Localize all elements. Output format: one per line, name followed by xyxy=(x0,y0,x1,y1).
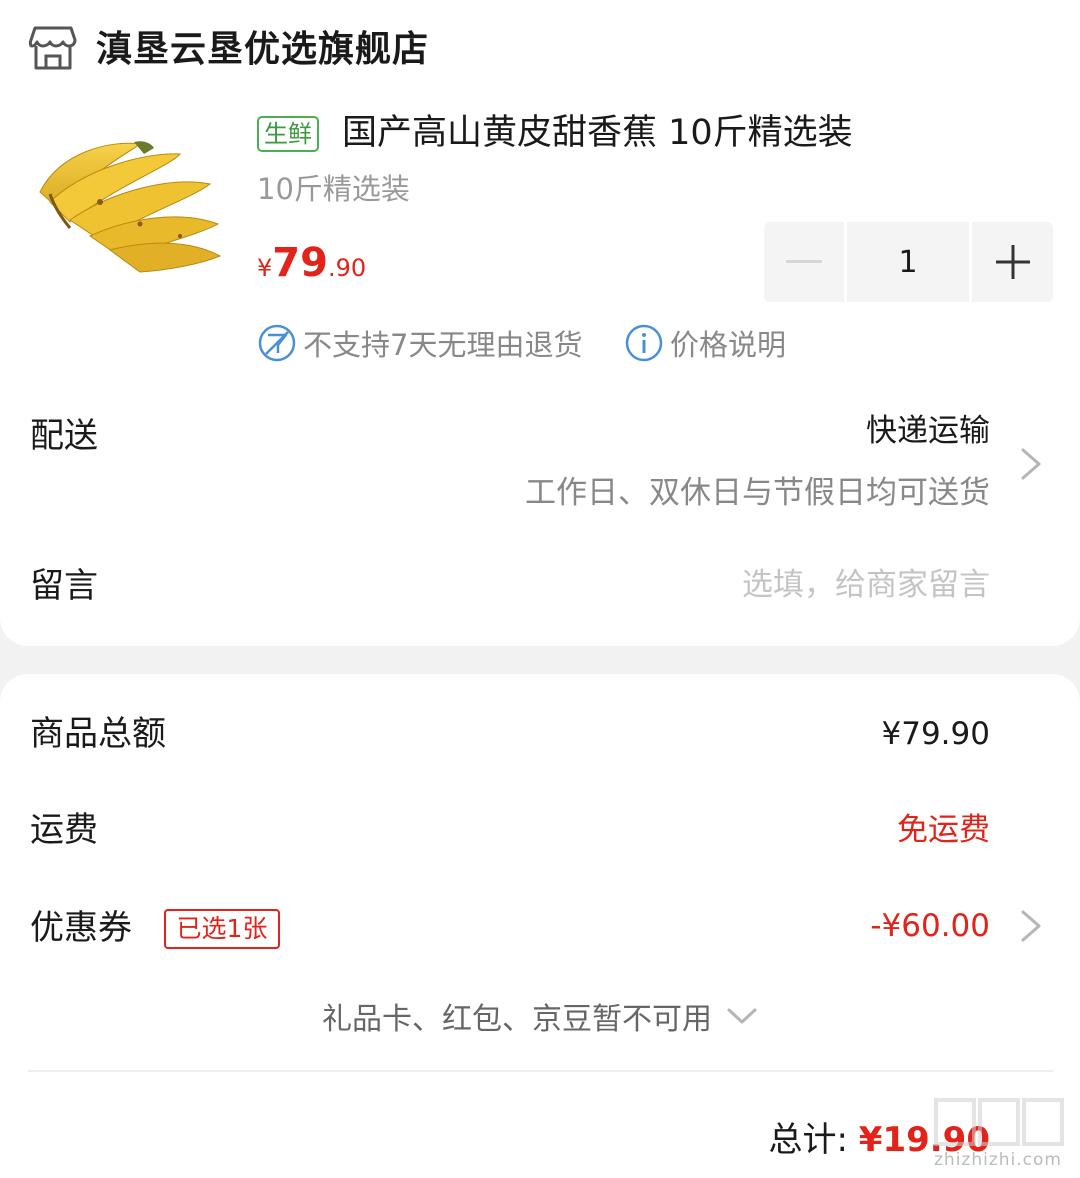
product-title[interactable]: 国产高山黄皮甜香蕉 10斤精选装 xyxy=(342,110,853,156)
coupon-selected-badge: 已选1张 xyxy=(164,909,280,949)
product-image[interactable] xyxy=(30,132,226,282)
info-icon xyxy=(625,324,663,362)
minus-icon xyxy=(786,260,822,263)
plus-icon xyxy=(995,245,1030,279)
decrease-button[interactable] xyxy=(764,222,844,302)
return-policy-text: 不支持7天无理由退货 xyxy=(303,328,583,362)
price-info-text: 价格说明 xyxy=(670,328,787,362)
no-return-icon xyxy=(258,324,296,362)
quantity-value[interactable]: 1 xyxy=(847,222,969,302)
price-currency: ¥ xyxy=(257,254,273,282)
unavailable-payments-text: 礼品卡、红包、京豆暂不可用 xyxy=(322,1002,712,1037)
unavailable-payments-toggle[interactable]: 礼品卡、红包、京豆暂不可用 xyxy=(0,994,1080,1038)
summary-divider xyxy=(28,1070,1053,1072)
product-price: ¥79.90 xyxy=(257,238,366,296)
total-label: 总计: xyxy=(768,1120,848,1160)
goods-total-value: ¥79.90 xyxy=(881,716,990,752)
watermark-site: zhizhizhi.com xyxy=(934,1150,1062,1170)
message-label: 留言 xyxy=(30,566,98,606)
shipping-label: 运费 xyxy=(30,810,98,850)
store-name[interactable]: 滇垦云垦优选旗舰店 xyxy=(96,28,429,72)
fresh-tag: 生鲜 xyxy=(257,116,319,152)
chevron-right-icon[interactable] xyxy=(1019,908,1043,944)
delivery-method[interactable]: 快递运输 xyxy=(866,410,990,452)
delivery-label: 配送 xyxy=(30,416,98,456)
quantity-stepper: 1 xyxy=(764,222,1053,302)
order-item-card: 滇垦云垦优选旗舰店 生鲜 国产高山黄皮甜香蕉 10斤精选装 10斤精选装 ¥79… xyxy=(0,0,1080,646)
chevron-down-icon xyxy=(727,1008,757,1024)
delivery-description: 工作日、双休日与节假日均可送货 xyxy=(525,475,990,511)
chevron-right-icon[interactable] xyxy=(1019,446,1043,482)
coupon-label: 优惠券 xyxy=(30,908,132,948)
watermark-logo-icon xyxy=(934,1098,1064,1146)
price-info-note[interactable]: 价格说明 xyxy=(624,321,786,365)
product-spec: 10斤精选装 xyxy=(257,172,410,206)
shipping-value: 免运费 xyxy=(897,812,990,848)
return-policy-note[interactable]: 不支持7天无理由退货 xyxy=(257,321,582,365)
store-icon xyxy=(28,26,77,70)
price-integer: 79 xyxy=(272,240,328,286)
coupon-discount-value[interactable]: -¥60.00 xyxy=(870,906,990,946)
increase-button[interactable] xyxy=(972,222,1053,302)
price-decimal: .90 xyxy=(327,254,367,282)
goods-total-label: 商品总额 xyxy=(30,714,166,754)
message-input[interactable] xyxy=(590,562,990,608)
